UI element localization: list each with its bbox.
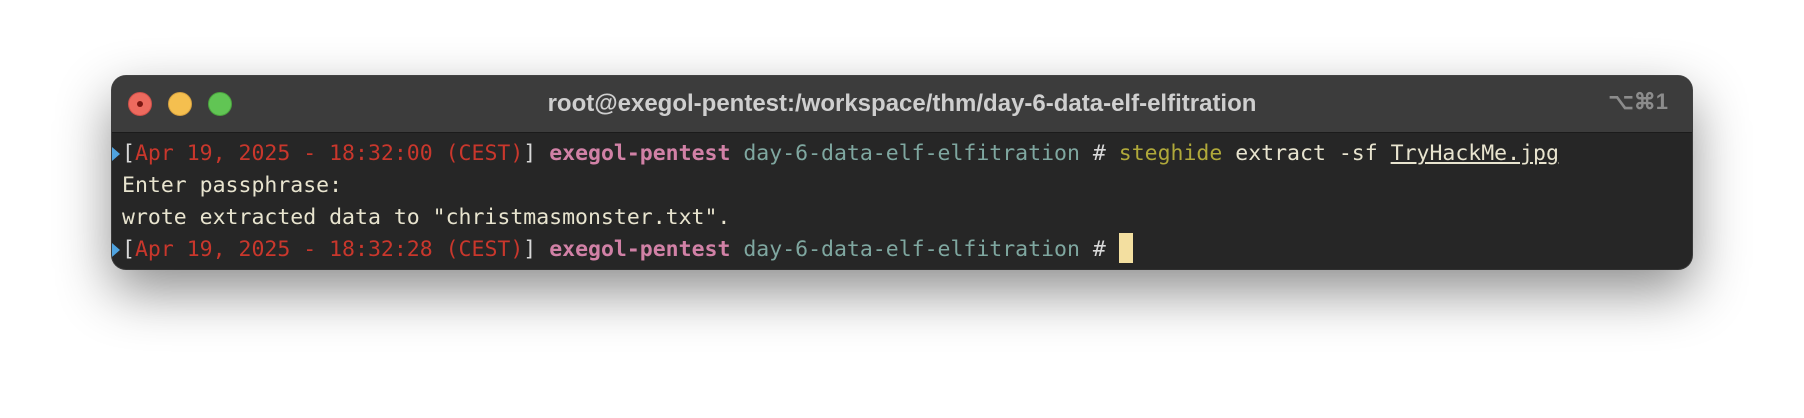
bracket-close: ] (523, 237, 537, 262)
command-args: extract -sf (1235, 141, 1378, 166)
title-bar[interactable]: root@exegol-pentest:/workspace/thm/day-6… (112, 76, 1692, 133)
bracket-open: [ (122, 141, 135, 166)
output-text: Enter passphrase: (122, 173, 343, 198)
prompt-host: exegol-pentest (549, 141, 731, 166)
prompt-marker-icon (112, 147, 120, 161)
prompt-line: [Apr 19, 2025 - 18:32:28 (CEST)] exegol-… (112, 233, 1692, 266)
prompt-symbol: # (1092, 141, 1106, 166)
command-name: steghide (1118, 141, 1223, 166)
prompt-symbol: # (1092, 237, 1106, 262)
bracket-close: ] (523, 141, 537, 166)
prompt-marker-icon (112, 243, 120, 257)
window-title: root@exegol-pentest:/workspace/thm/day-6… (547, 90, 1257, 117)
output-line: wrote extracted data to "christmasmonste… (112, 202, 1692, 234)
prompt-timestamp: Apr 19, 2025 - 18:32:28 (CEST) (134, 237, 524, 262)
output-text: wrote extracted data to "christmasmonste… (122, 205, 731, 230)
prompt-directory: day-6-data-elf-elfitration (743, 237, 1080, 262)
prompt-host: exegol-pentest (549, 237, 731, 262)
text-cursor[interactable] (1118, 233, 1133, 263)
prompt-directory: day-6-data-elf-elfitration (743, 141, 1080, 166)
terminal-window: root@exegol-pentest:/workspace/thm/day-6… (112, 76, 1692, 269)
prompt-line: [Apr 19, 2025 - 18:32:00 (CEST)] exegol-… (112, 138, 1692, 170)
bracket-open: [ (122, 237, 135, 262)
output-line: Enter passphrase: (112, 170, 1692, 202)
terminal-output[interactable]: [Apr 19, 2025 - 18:32:00 (CEST)] exegol-… (112, 133, 1692, 266)
window-shortcut: ⌥⌘1 (1608, 89, 1668, 114)
command-file-arg[interactable]: TryHackMe.jpg (1391, 141, 1559, 166)
prompt-timestamp: Apr 19, 2025 - 18:32:00 (CEST) (134, 141, 524, 166)
